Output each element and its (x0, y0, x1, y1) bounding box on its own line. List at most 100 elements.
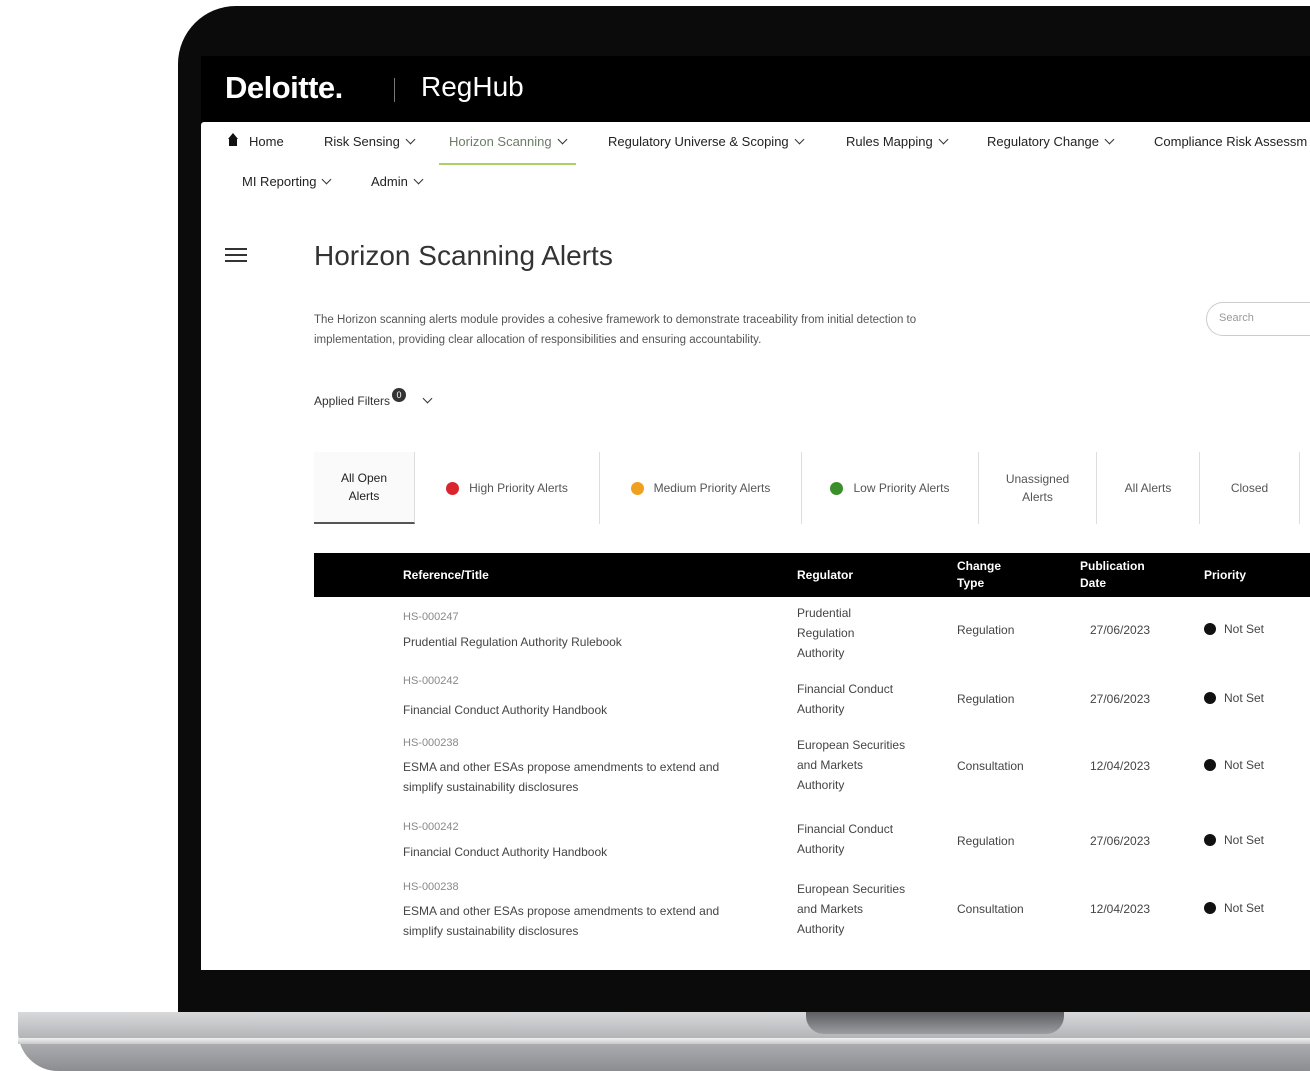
table-row[interactable]: HS-000238 ESMA and other ESAs propose am… (314, 875, 1310, 955)
nav-label: Compliance Risk Assessm (1154, 134, 1308, 149)
nav-label: Regulatory Change (987, 134, 1100, 149)
chevron-down-icon (794, 134, 805, 145)
red-dot-icon (446, 481, 460, 495)
nav-label: Horizon Scanning (449, 134, 552, 149)
priority-label: Not Set (1224, 833, 1265, 847)
row-reference[interactable]: HS-000242 (403, 671, 459, 691)
row-change-type: Consultation (957, 759, 1024, 773)
row-title[interactable]: ESMA and other ESAs propose amendments t… (403, 901, 743, 941)
priority-label: Not Set (1224, 901, 1265, 915)
tab-high-priority[interactable]: High Priority Alerts (415, 452, 600, 524)
priority-dot-icon (1204, 902, 1216, 914)
tab-all-open-alerts[interactable]: All Open Alerts (314, 452, 415, 524)
row-regulator: Prudential Regulation Authority (797, 606, 855, 660)
tab-label: Low Priority Alerts (853, 481, 950, 495)
row-priority: Not Set (1204, 688, 1264, 708)
tab-all-alerts[interactable]: All Alerts (1097, 452, 1200, 524)
table-row[interactable]: HS-000242 Financial Conduct Authority Ha… (314, 813, 1310, 875)
tab-label: Closed (1230, 481, 1269, 495)
row-priority: Not Set (1204, 898, 1264, 918)
priority-dot-icon (1204, 623, 1216, 635)
brand-bar: Deloitte. RegHub (201, 56, 1310, 122)
table-row[interactable]: HS-000238 ESMA and other ESAs propose am… (314, 729, 1310, 813)
search-input[interactable]: Search (1206, 302, 1310, 336)
chevron-down-icon (557, 134, 568, 145)
row-change-type: Regulation (957, 623, 1015, 637)
tab-label: Unassigned Alerts (1005, 472, 1070, 504)
chevron-down-icon (1104, 134, 1115, 145)
nav-item-regulatory-change[interactable]: Regulatory Change (987, 134, 1115, 149)
row-publication-date: 12/04/2023 (1090, 759, 1151, 773)
row-priority: Not Set (1204, 830, 1264, 850)
row-publication-date: 27/06/2023 (1090, 834, 1151, 848)
table-header: Reference/Title Regulator Change Type Pu… (314, 553, 1310, 597)
row-title[interactable]: Financial Conduct Authority Handbook (403, 700, 743, 720)
row-publication-date: 27/06/2023 (1090, 692, 1151, 706)
table-row[interactable]: HS-000242 Financial Conduct Authority Ha… (314, 665, 1310, 729)
row-title[interactable]: Prudential Regulation Authority Rulebook (403, 632, 743, 652)
page-title: Horizon Scanning Alerts (314, 240, 613, 271)
row-reference[interactable]: HS-000238 (403, 877, 459, 897)
nav-label: Admin (371, 174, 408, 189)
column-header-change-type[interactable]: Change Type (957, 553, 1027, 597)
nav-item-home[interactable]: Home (227, 133, 284, 149)
priority-dot-icon (1204, 834, 1216, 846)
column-header-reference[interactable]: Reference/Title (403, 553, 489, 597)
nav-item-compliance-risk[interactable]: Compliance Risk Assessm (1154, 134, 1307, 149)
hamburger-menu-icon[interactable] (225, 248, 247, 266)
chevron-down-icon (321, 174, 332, 185)
tab-label: All Alerts (1124, 481, 1172, 495)
row-title[interactable]: Financial Conduct Authority Handbook (403, 842, 743, 862)
tab-medium-priority[interactable]: Medium Priority Alerts (600, 452, 802, 524)
nav-item-horizon-scanning[interactable]: Horizon Scanning (439, 134, 576, 165)
tab-label: All Open Alerts (340, 471, 388, 503)
nav-label: Rules Mapping (846, 134, 933, 149)
row-priority: Not Set (1204, 619, 1264, 639)
row-title[interactable]: ESMA and other ESAs propose amendments t… (403, 757, 743, 797)
home-icon (227, 133, 239, 147)
nav-item-mi-reporting[interactable]: MI Reporting (242, 174, 332, 189)
column-header-priority[interactable]: Priority (1204, 553, 1246, 597)
tab-unassigned-alerts[interactable]: Unassigned Alerts (979, 452, 1097, 524)
app-content: Home Risk Sensing Horizon Scanning Regul… (201, 122, 1310, 970)
row-change-type: Regulation (957, 834, 1015, 848)
brand-separator (394, 78, 395, 102)
column-header-regulator[interactable]: Regulator (797, 553, 853, 597)
priority-label: Not Set (1224, 622, 1265, 636)
tab-label: High Priority Alerts (469, 481, 568, 495)
row-priority: Not Set (1204, 755, 1264, 775)
column-header-publication-date[interactable]: Publication Date (1080, 553, 1170, 597)
alert-tabs: All Open Alerts High Priority Alerts Med… (314, 452, 1310, 524)
applied-filters-label: Applied Filters (314, 394, 391, 408)
row-publication-date: 12/04/2023 (1090, 902, 1151, 916)
row-change-type: Consultation (957, 902, 1024, 916)
nav-item-risk-sensing[interactable]: Risk Sensing (324, 134, 416, 149)
row-reference[interactable]: HS-000247 (403, 607, 459, 627)
table-row[interactable]: HS-000247 Prudential Regulation Authorit… (314, 597, 1310, 665)
priority-dot-icon (1204, 692, 1216, 704)
laptop-screen: Deloitte. RegHub Home Risk Sensing Horiz… (201, 56, 1310, 970)
row-reference[interactable]: HS-000238 (403, 733, 459, 753)
applied-filters-toggle[interactable]: Applied Filters 0 (314, 388, 433, 409)
nav-item-rules-mapping[interactable]: Rules Mapping (846, 134, 949, 149)
laptop-notch (806, 1012, 1064, 1034)
row-regulator: European Securities and Markets Authorit… (797, 882, 906, 936)
chevron-down-icon (405, 134, 416, 145)
filter-count-badge: 0 (392, 388, 407, 402)
page-description: The Horizon scanning alerts module provi… (314, 314, 917, 346)
chevron-down-icon (422, 393, 433, 404)
deloitte-logo[interactable]: Deloitte. (225, 70, 343, 106)
nav-label: Risk Sensing (324, 134, 400, 149)
alerts-table: Reference/Title Regulator Change Type Pu… (314, 553, 1310, 955)
nav-item-regulatory-universe[interactable]: Regulatory Universe & Scoping (608, 134, 805, 149)
row-reference[interactable]: HS-000242 (403, 817, 459, 837)
chevron-down-icon (413, 174, 424, 185)
product-name: RegHub (421, 71, 524, 102)
nav-label: Regulatory Universe & Scoping (608, 134, 789, 149)
row-publication-date: 27/06/2023 (1090, 623, 1151, 637)
tab-low-priority[interactable]: Low Priority Alerts (802, 452, 979, 524)
row-regulator: European Securities and Markets Authorit… (797, 738, 906, 792)
row-change-type: Regulation (957, 692, 1015, 706)
tab-closed[interactable]: Closed (1200, 452, 1300, 524)
nav-item-admin[interactable]: Admin (371, 174, 424, 189)
